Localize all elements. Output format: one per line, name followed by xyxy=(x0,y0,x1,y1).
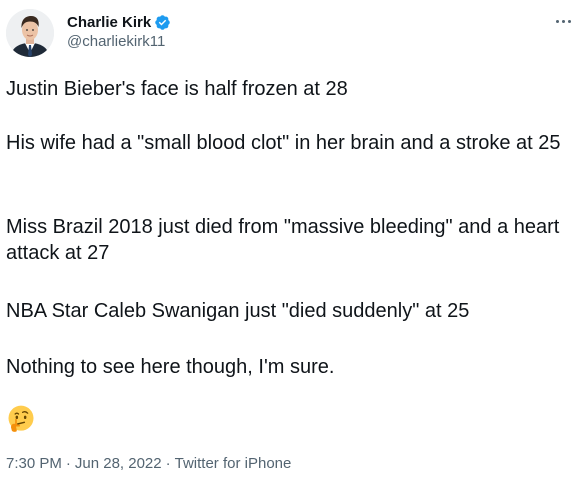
more-dot-icon xyxy=(561,19,565,23)
avatar-image xyxy=(6,9,54,57)
thinking-face-icon xyxy=(8,405,34,432)
more-dot-icon xyxy=(567,19,571,23)
tweet-text-paragraph: NBA Star Caleb Swanigan just "died sudde… xyxy=(6,300,470,322)
tweet-text-paragraph: Justin Bieber's face is half frozen at 2… xyxy=(6,78,348,100)
tweet-source-link[interactable]: Twitter for iPhone xyxy=(175,455,292,472)
author-name-row[interactable]: Charlie Kirk xyxy=(67,12,171,32)
avatar[interactable] xyxy=(6,9,54,57)
tweet-text-paragraph: His wife had a "small blood clot" in her… xyxy=(6,132,561,154)
tweet-card: Charlie Kirk @charliekirk11 Justin Biebe… xyxy=(0,0,585,481)
tweet-text-paragraph: Nothing to see here though, I'm sure. xyxy=(6,356,335,378)
tweet-date-link[interactable]: Jun 28, 2022 xyxy=(75,455,162,472)
more-dot-icon xyxy=(555,19,559,23)
author-display-name[interactable]: Charlie Kirk xyxy=(67,14,151,31)
author-handle[interactable]: @charliekirk11 xyxy=(67,33,165,50)
tweet-meta: 7:30 PM · Jun 28, 2022 · Twitter for iPhone xyxy=(6,455,291,472)
tweet-text-paragraph: Miss Brazil 2018 just died from "massive… xyxy=(6,216,560,264)
more-options-button[interactable] xyxy=(550,10,576,32)
separator-dot: · xyxy=(165,455,171,472)
separator-dot: · xyxy=(65,455,71,472)
tweet-time-link[interactable]: 7:30 PM xyxy=(6,455,62,472)
verified-badge-icon xyxy=(155,14,170,30)
